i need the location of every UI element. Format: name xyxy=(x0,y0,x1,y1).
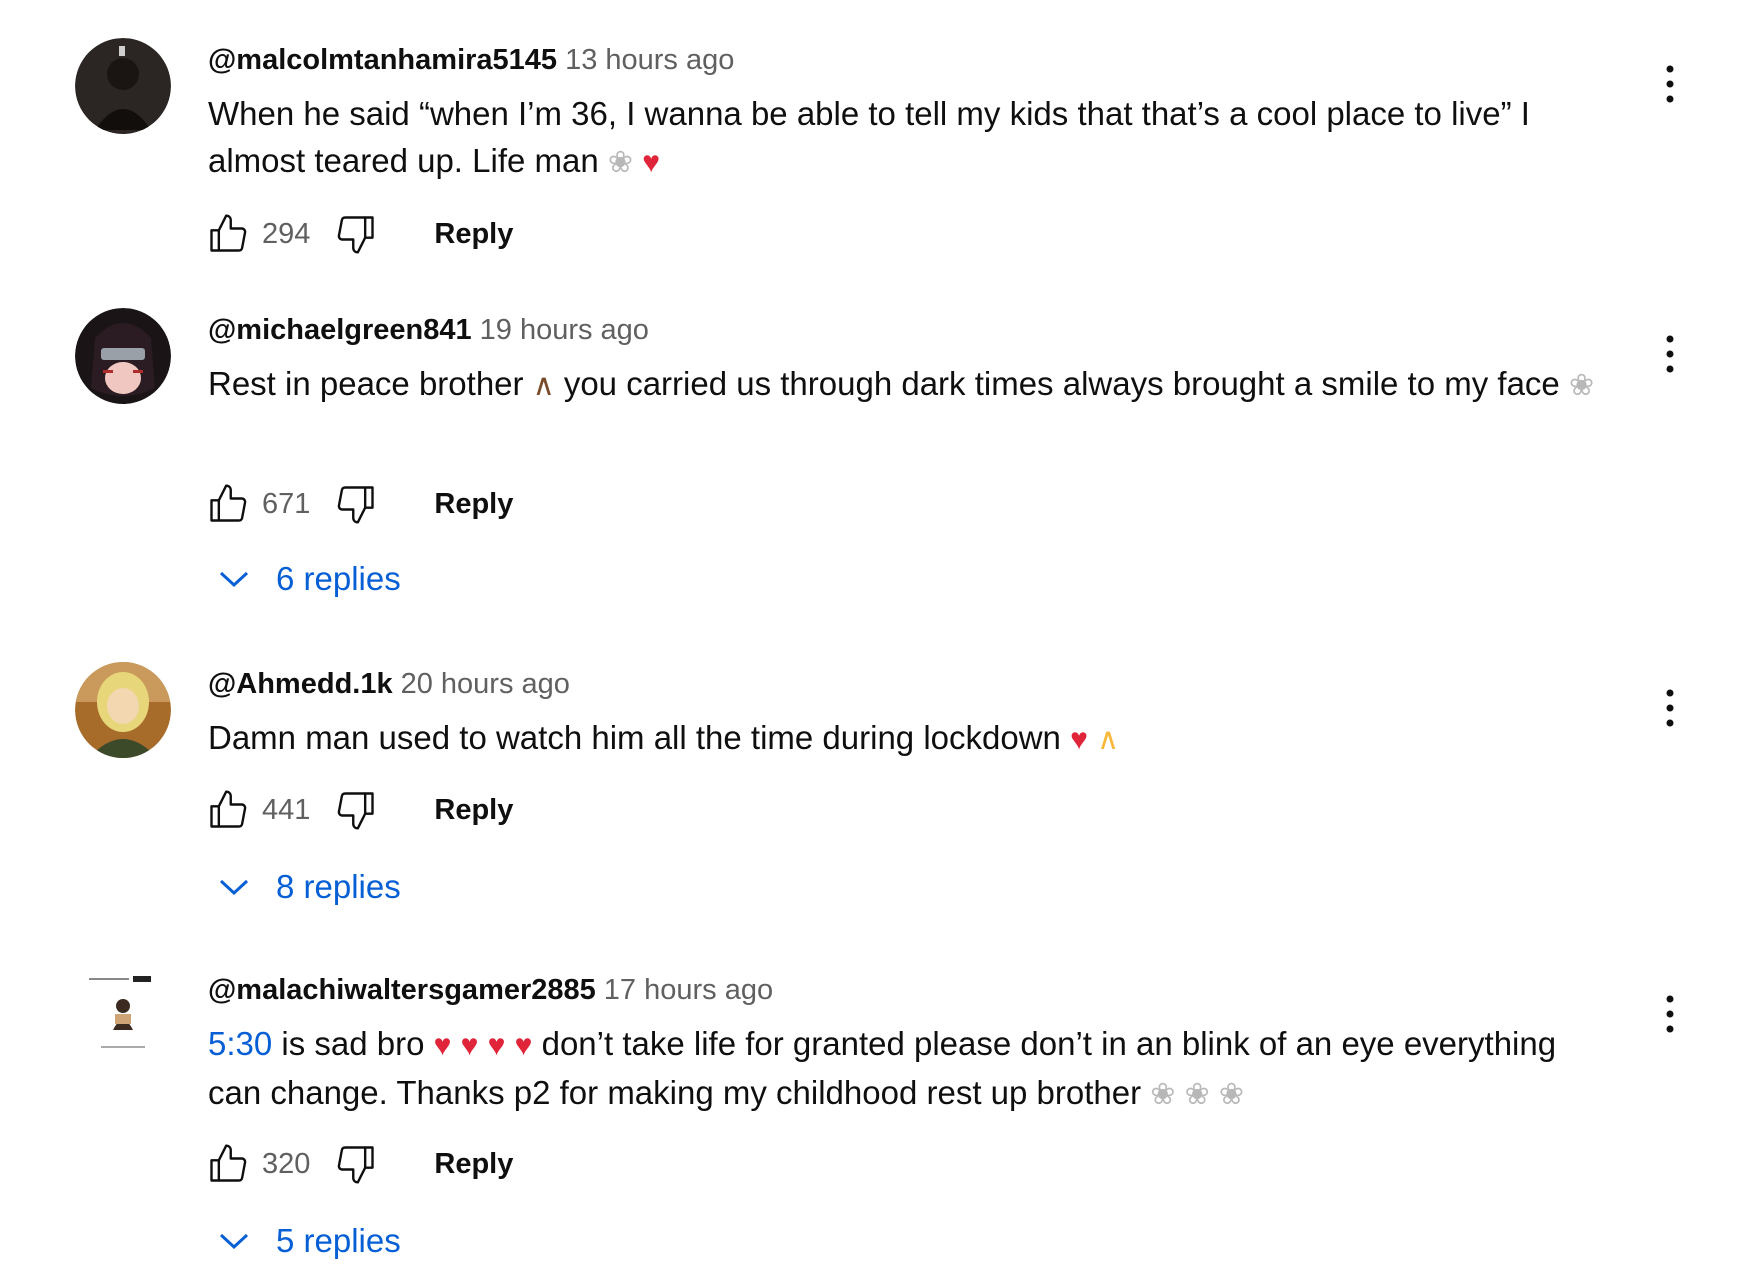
broken-heart-icon: ♥ xyxy=(514,1029,533,1062)
replies-count-label: 8 replies xyxy=(276,868,401,905)
thumbs-up-icon xyxy=(210,790,247,828)
reply-button[interactable]: Reply xyxy=(434,794,513,827)
replies-count-label: 6 replies xyxy=(276,560,401,597)
folded-hands-icon: ∧ xyxy=(532,369,555,402)
chevron-down-icon xyxy=(214,867,254,907)
comment-time[interactable]: 19 hours ago xyxy=(480,314,649,346)
author-name[interactable]: @malcolmtanhamira5145 xyxy=(208,44,557,76)
comment-text: 5:30 is sad bro ♥ ♥ ♥ ♥ don’t take life … xyxy=(208,1020,1608,1118)
broken-heart-icon: ♥ xyxy=(642,146,661,179)
reply-button[interactable]: Reply xyxy=(434,1148,513,1181)
more-vert-icon xyxy=(1666,689,1674,727)
like-count: 671 xyxy=(262,487,311,520)
comment-time[interactable]: 13 hours ago xyxy=(565,44,734,76)
view-replies-button[interactable]: 8 replies xyxy=(214,862,401,912)
broken-heart-icon: ♥ xyxy=(433,1029,452,1062)
dislike-button[interactable] xyxy=(330,478,382,530)
more-actions-button[interactable] xyxy=(1650,324,1690,384)
dove-icon: ❀ xyxy=(1218,1078,1245,1111)
more-actions-button[interactable] xyxy=(1650,678,1690,738)
comment-text: Damn man used to watch him all the time … xyxy=(208,714,1608,763)
more-vert-icon xyxy=(1666,65,1674,103)
avatar[interactable] xyxy=(75,968,171,1064)
comment-text-content: When he said “when I’m 36, I wanna be ab… xyxy=(208,95,1530,179)
thumbs-down-icon xyxy=(338,486,375,524)
comment-text: When he said “when I’m 36, I wanna be ab… xyxy=(208,90,1608,186)
like-count: 320 xyxy=(262,1147,311,1180)
dove-icon: ❀ xyxy=(607,146,634,179)
comment-header: @Ahmedd.1k 20 hours ago xyxy=(208,664,570,704)
more-vert-icon xyxy=(1666,995,1674,1033)
comment-text-content: Damn man used to watch him all the time … xyxy=(208,719,1071,756)
avatar[interactable] xyxy=(75,308,171,404)
view-replies-button[interactable]: 5 replies xyxy=(214,1216,401,1266)
comment-header: @malachiwaltersgamer2885 17 hours ago xyxy=(208,970,773,1010)
chevron-down-icon xyxy=(214,559,254,599)
view-replies-button[interactable]: 6 replies xyxy=(214,554,401,604)
more-actions-button[interactable] xyxy=(1650,54,1690,114)
comment-time[interactable]: 20 hours ago xyxy=(401,668,570,700)
author-name[interactable]: @malachiwaltersgamer2885 xyxy=(208,974,596,1006)
comment-header: @michaelgreen841 19 hours ago xyxy=(208,310,649,350)
author-name[interactable]: @Ahmedd.1k xyxy=(208,668,393,700)
dove-icon: ❀ xyxy=(1184,1078,1210,1111)
dislike-button[interactable] xyxy=(330,1138,382,1190)
reply-button[interactable]: Reply xyxy=(434,218,513,251)
thumbs-down-icon xyxy=(338,216,375,254)
like-button[interactable] xyxy=(202,1138,254,1190)
comment-text: Rest in peace brother ∧ you carried us t… xyxy=(208,360,1608,409)
thumbs-up-icon xyxy=(210,214,247,252)
comment-time[interactable]: 17 hours ago xyxy=(604,974,773,1006)
like-button[interactable] xyxy=(202,784,254,836)
comment-text-content: is sad bro xyxy=(272,1025,434,1062)
broken-heart-icon: ♥ xyxy=(460,1029,479,1062)
chevron-down-icon xyxy=(214,1221,254,1261)
timestamp-link[interactable]: 5:30 xyxy=(208,1025,272,1062)
comment-actions: 294 Reply xyxy=(202,208,513,260)
like-button[interactable] xyxy=(202,208,254,260)
dove-icon: ❀ xyxy=(1568,369,1595,402)
comment-actions: 320 Reply xyxy=(202,1138,513,1190)
like-count: 441 xyxy=(262,793,311,826)
comment-text-content: Rest in peace brother xyxy=(208,365,533,402)
more-vert-icon xyxy=(1666,335,1674,373)
author-name[interactable]: @michaelgreen841 xyxy=(208,314,472,346)
like-count: 294 xyxy=(262,217,311,250)
thumbs-up-icon xyxy=(210,484,247,522)
folded-hands-icon: ∧ xyxy=(1097,723,1120,756)
avatar[interactable] xyxy=(75,38,171,134)
dislike-button[interactable] xyxy=(330,208,382,260)
replies-count-label: 5 replies xyxy=(276,1222,401,1259)
dislike-button[interactable] xyxy=(330,784,382,836)
comment-header: @malcolmtanhamira5145 13 hours ago xyxy=(208,40,734,80)
comment-actions: 441 Reply xyxy=(202,784,513,836)
thumbs-down-icon xyxy=(338,1146,375,1184)
thumbs-up-icon xyxy=(210,1144,247,1182)
broken-heart-icon: ♥ xyxy=(1070,723,1088,756)
like-button[interactable] xyxy=(202,478,254,530)
broken-heart-icon: ♥ xyxy=(487,1029,506,1062)
thumbs-down-icon xyxy=(338,792,375,830)
comment-text-content: you carried us through dark times always… xyxy=(554,365,1569,402)
comment-actions: 671 Reply xyxy=(202,478,513,530)
more-actions-button[interactable] xyxy=(1650,984,1690,1044)
avatar[interactable] xyxy=(75,662,171,758)
reply-button[interactable]: Reply xyxy=(434,488,513,521)
dove-icon: ❀ xyxy=(1150,1078,1176,1111)
